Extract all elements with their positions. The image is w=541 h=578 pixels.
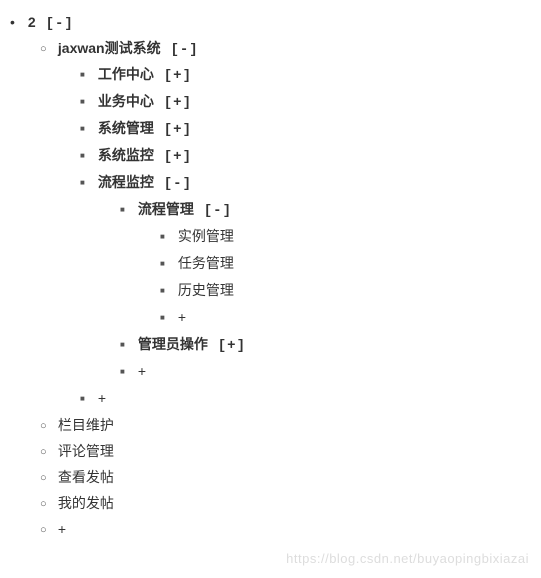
tree-node-my-post[interactable]: 我的发帖 [0,491,541,517]
tree-node-proc-monitor[interactable]: 流程监控 [-] [0,170,541,197]
tree-node-admin-op[interactable]: 管理员操作 [+] [0,332,541,359]
tree-root: 2 [-] jaxwan测试系统 [-] 工作中心 [+] 业务中心 [+] 系… [0,10,541,543]
node-label: 业务中心 [98,93,154,109]
tree-node-instance-mgmt[interactable]: 实例管理 [0,224,541,251]
tree-node-work-center[interactable]: 工作中心 [+] [0,62,541,89]
watermark-text: https://blog.csdn.net/buyaopingbixiazai [286,551,529,566]
node-label: 栏目维护 [58,417,114,433]
tree-node-history-mgmt[interactable]: 历史管理 [0,278,541,305]
tree-add-node[interactable]: + [0,305,541,332]
node-label: 我的发帖 [58,495,114,511]
expand-icon[interactable]: [+] [164,122,192,138]
node-label: 工作中心 [98,66,154,82]
node-label: 流程监控 [98,174,154,190]
node-label: 流程管理 [138,201,194,217]
add-icon: + [58,521,66,537]
collapse-icon[interactable]: [-] [164,176,192,192]
tree-node-column-maint[interactable]: 栏目维护 [0,413,541,439]
expand-icon[interactable]: [+] [164,95,192,111]
add-icon: + [98,390,106,406]
add-icon: + [138,363,146,379]
node-label: 实例管理 [178,228,234,244]
node-label: 2 [28,14,36,30]
tree-node-root[interactable]: 2 [-] [0,10,541,36]
collapse-icon[interactable]: [-] [170,42,198,58]
node-label: 系统管理 [98,120,154,136]
tree-add-node[interactable]: + [0,517,541,543]
expand-icon[interactable]: [+] [218,338,246,354]
node-label: 查看发帖 [58,469,114,485]
tree-node-biz-center[interactable]: 业务中心 [+] [0,89,541,116]
tree-add-node[interactable]: + [0,359,541,386]
expand-icon[interactable]: [+] [164,68,192,84]
tree-node-system[interactable]: jaxwan测试系统 [-] [0,36,541,62]
node-label: 评论管理 [58,443,114,459]
node-label: 系统监控 [98,147,154,163]
node-label: 管理员操作 [138,336,208,352]
node-label: 历史管理 [178,282,234,298]
tree-add-node[interactable]: + [0,386,541,413]
collapse-icon[interactable]: [-] [204,203,232,219]
expand-icon[interactable]: [+] [164,149,192,165]
tree-node-proc-mgmt[interactable]: 流程管理 [-] [0,197,541,224]
tree-node-view-post[interactable]: 查看发帖 [0,465,541,491]
add-icon: + [178,309,186,325]
node-label: jaxwan测试系统 [58,40,161,56]
tree-node-sys-monitor[interactable]: 系统监控 [+] [0,143,541,170]
tree-node-sys-mgmt[interactable]: 系统管理 [+] [0,116,541,143]
collapse-icon[interactable]: [-] [46,16,74,32]
tree-node-comment-mgmt[interactable]: 评论管理 [0,439,541,465]
node-label: 任务管理 [178,255,234,271]
tree-node-task-mgmt[interactable]: 任务管理 [0,251,541,278]
